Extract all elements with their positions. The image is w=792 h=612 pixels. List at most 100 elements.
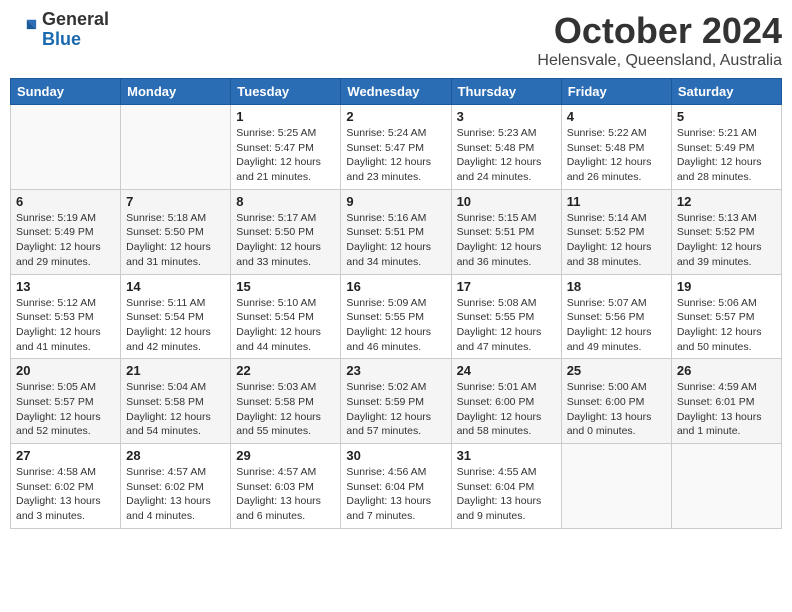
logo: General Blue <box>10 10 109 50</box>
day-info: Sunrise: 5:14 AM Sunset: 5:52 PM Dayligh… <box>567 211 666 270</box>
day-info: Sunrise: 5:09 AM Sunset: 5:55 PM Dayligh… <box>346 296 445 355</box>
day-number: 21 <box>126 363 225 378</box>
logo-general-text: General <box>42 10 109 30</box>
calendar-cell: 20Sunrise: 5:05 AM Sunset: 5:57 PM Dayli… <box>11 359 121 444</box>
title-block: October 2024 Helensvale, Queensland, Aus… <box>537 10 782 70</box>
calendar-header-row: SundayMondayTuesdayWednesdayThursdayFrid… <box>11 79 782 105</box>
day-info: Sunrise: 4:57 AM Sunset: 6:02 PM Dayligh… <box>126 465 225 524</box>
day-number: 30 <box>346 448 445 463</box>
day-number: 18 <box>567 279 666 294</box>
month-title: October 2024 <box>537 10 782 52</box>
day-info: Sunrise: 5:11 AM Sunset: 5:54 PM Dayligh… <box>126 296 225 355</box>
day-info: Sunrise: 5:06 AM Sunset: 5:57 PM Dayligh… <box>677 296 776 355</box>
day-info: Sunrise: 5:12 AM Sunset: 5:53 PM Dayligh… <box>16 296 115 355</box>
day-number: 1 <box>236 109 335 124</box>
day-info: Sunrise: 5:04 AM Sunset: 5:58 PM Dayligh… <box>126 380 225 439</box>
weekday-header: Friday <box>561 79 671 105</box>
calendar-cell: 27 Sunrise: 4:58 AM Sunset: 6:02 PM Dayli… <box>11 444 121 529</box>
day-number: 22 <box>236 363 335 378</box>
calendar-cell: 6 Sunrise: 5:19 AM Sunset: 5:49 PM Daylig… <box>11 189 121 274</box>
day-number: 5 <box>677 109 776 124</box>
calendar-cell <box>121 105 231 190</box>
logo-icon <box>10 16 38 44</box>
day-info: Sunrise: 5:08 AM Sunset: 5:55 PM Dayligh… <box>457 296 556 355</box>
calendar-cell: 30 Sunrise: 4:56 AM Sunset: 6:04 PM Dayli… <box>341 444 451 529</box>
calendar-cell: 24Sunrise: 5:01 AM Sunset: 6:00 PM Dayli… <box>451 359 561 444</box>
day-number: 14 <box>126 279 225 294</box>
calendar-cell: 17Sunrise: 5:08 AM Sunset: 5:55 PM Dayli… <box>451 274 561 359</box>
weekday-header: Wednesday <box>341 79 451 105</box>
calendar-cell: 3 Sunrise: 5:23 AM Sunset: 5:48 PM Daylig… <box>451 105 561 190</box>
day-info: Sunrise: 5:18 AM Sunset: 5:50 PM Dayligh… <box>126 211 225 270</box>
day-number: 13 <box>16 279 115 294</box>
calendar-cell: 31 Sunrise: 4:55 AM Sunset: 6:04 PM Dayli… <box>451 444 561 529</box>
day-info: Sunrise: 4:56 AM Sunset: 6:04 PM Dayligh… <box>346 465 445 524</box>
calendar-cell: 5 Sunrise: 5:21 AM Sunset: 5:49 PM Daylig… <box>671 105 781 190</box>
day-number: 15 <box>236 279 335 294</box>
day-number: 3 <box>457 109 556 124</box>
calendar-cell <box>561 444 671 529</box>
day-number: 4 <box>567 109 666 124</box>
weekday-header: Sunday <box>11 79 121 105</box>
day-number: 25 <box>567 363 666 378</box>
weekday-header: Thursday <box>451 79 561 105</box>
calendar-week-row: 13 Sunrise: 5:12 AM Sunset: 5:53 PM Dayli… <box>11 274 782 359</box>
calendar-cell: 23 Sunrise: 5:02 AM Sunset: 5:59 PM Dayli… <box>341 359 451 444</box>
day-number: 11 <box>567 194 666 209</box>
calendar-week-row: 20Sunrise: 5:05 AM Sunset: 5:57 PM Dayli… <box>11 359 782 444</box>
day-info: Sunrise: 5:22 AM Sunset: 5:48 PM Dayligh… <box>567 126 666 185</box>
day-number: 23 <box>346 363 445 378</box>
day-number: 29 <box>236 448 335 463</box>
calendar-cell: 7 Sunrise: 5:18 AM Sunset: 5:50 PM Daylig… <box>121 189 231 274</box>
day-info: Sunrise: 5:05 AM Sunset: 5:57 PM Dayligh… <box>16 380 115 439</box>
calendar-cell: 15Sunrise: 5:10 AM Sunset: 5:54 PM Dayli… <box>231 274 341 359</box>
day-number: 27 <box>16 448 115 463</box>
logo-blue-text: Blue <box>42 30 109 50</box>
day-number: 2 <box>346 109 445 124</box>
day-number: 19 <box>677 279 776 294</box>
day-info: Sunrise: 4:55 AM Sunset: 6:04 PM Dayligh… <box>457 465 556 524</box>
weekday-header: Monday <box>121 79 231 105</box>
day-info: Sunrise: 5:24 AM Sunset: 5:47 PM Dayligh… <box>346 126 445 185</box>
day-number: 8 <box>236 194 335 209</box>
calendar-week-row: 27 Sunrise: 4:58 AM Sunset: 6:02 PM Dayli… <box>11 444 782 529</box>
calendar-cell: 14 Sunrise: 5:11 AM Sunset: 5:54 PM Dayli… <box>121 274 231 359</box>
calendar-cell: 8 Sunrise: 5:17 AM Sunset: 5:50 PM Daylig… <box>231 189 341 274</box>
day-info: Sunrise: 5:01 AM Sunset: 6:00 PM Dayligh… <box>457 380 556 439</box>
day-info: Sunrise: 5:13 AM Sunset: 5:52 PM Dayligh… <box>677 211 776 270</box>
day-info: Sunrise: 5:16 AM Sunset: 5:51 PM Dayligh… <box>346 211 445 270</box>
calendar-cell <box>11 105 121 190</box>
calendar-cell: 9 Sunrise: 5:16 AM Sunset: 5:51 PM Daylig… <box>341 189 451 274</box>
day-info: Sunrise: 5:00 AM Sunset: 6:00 PM Dayligh… <box>567 380 666 439</box>
day-number: 7 <box>126 194 225 209</box>
calendar-cell: 21 Sunrise: 5:04 AM Sunset: 5:58 PM Dayli… <box>121 359 231 444</box>
weekday-header: Saturday <box>671 79 781 105</box>
day-number: 12 <box>677 194 776 209</box>
location: Helensvale, Queensland, Australia <box>537 52 782 70</box>
day-number: 6 <box>16 194 115 209</box>
day-info: Sunrise: 5:19 AM Sunset: 5:49 PM Dayligh… <box>16 211 115 270</box>
calendar-cell: 12 Sunrise: 5:13 AM Sunset: 5:52 PM Dayli… <box>671 189 781 274</box>
day-info: Sunrise: 5:23 AM Sunset: 5:48 PM Dayligh… <box>457 126 556 185</box>
day-info: Sunrise: 5:17 AM Sunset: 5:50 PM Dayligh… <box>236 211 335 270</box>
day-info: Sunrise: 5:25 AM Sunset: 5:47 PM Dayligh… <box>236 126 335 185</box>
day-info: Sunrise: 5:03 AM Sunset: 5:58 PM Dayligh… <box>236 380 335 439</box>
calendar-cell: 1 Sunrise: 5:25 AM Sunset: 5:47 PM Daylig… <box>231 105 341 190</box>
day-info: Sunrise: 5:21 AM Sunset: 5:49 PM Dayligh… <box>677 126 776 185</box>
day-number: 28 <box>126 448 225 463</box>
calendar-cell: 10Sunrise: 5:15 AM Sunset: 5:51 PM Dayli… <box>451 189 561 274</box>
calendar-week-row: 6 Sunrise: 5:19 AM Sunset: 5:49 PM Daylig… <box>11 189 782 274</box>
day-number: 16 <box>346 279 445 294</box>
calendar-cell: 2 Sunrise: 5:24 AM Sunset: 5:47 PM Daylig… <box>341 105 451 190</box>
calendar-cell: 25 Sunrise: 5:00 AM Sunset: 6:00 PM Dayli… <box>561 359 671 444</box>
day-number: 26 <box>677 363 776 378</box>
calendar-cell: 4 Sunrise: 5:22 AM Sunset: 5:48 PM Daylig… <box>561 105 671 190</box>
calendar-cell: 18 Sunrise: 5:07 AM Sunset: 5:56 PM Dayli… <box>561 274 671 359</box>
day-info: Sunrise: 4:58 AM Sunset: 6:02 PM Dayligh… <box>16 465 115 524</box>
day-info: Sunrise: 5:07 AM Sunset: 5:56 PM Dayligh… <box>567 296 666 355</box>
day-number: 31 <box>457 448 556 463</box>
calendar-cell: 26 Sunrise: 4:59 AM Sunset: 6:01 PM Dayli… <box>671 359 781 444</box>
day-info: Sunrise: 4:59 AM Sunset: 6:01 PM Dayligh… <box>677 380 776 439</box>
day-info: Sunrise: 5:02 AM Sunset: 5:59 PM Dayligh… <box>346 380 445 439</box>
day-number: 9 <box>346 194 445 209</box>
